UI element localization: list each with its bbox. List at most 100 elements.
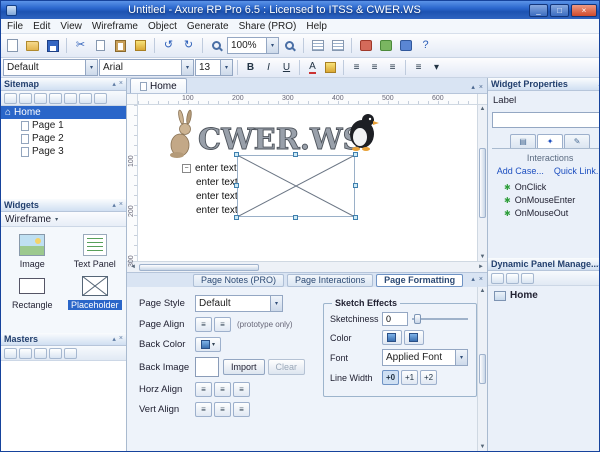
format-painter-button[interactable] <box>131 36 150 55</box>
import-button[interactable]: Import <box>223 359 265 375</box>
horz-align-left-button[interactable]: ≡ <box>195 382 212 397</box>
align-left-button[interactable]: ≡ <box>348 60 365 76</box>
sitemap-item-page1[interactable]: Page 1 <box>1 119 126 132</box>
add-master-button[interactable] <box>4 348 17 359</box>
generate-prototype-button[interactable] <box>376 36 395 55</box>
delete-master-button[interactable] <box>64 348 77 359</box>
font-color-button[interactable]: A <box>304 60 321 76</box>
underline-button[interactable]: U <box>278 60 295 76</box>
event-onclick[interactable]: ✱ OnClick <box>492 181 600 194</box>
zoom-select[interactable]: 100% ▾ <box>227 37 279 54</box>
scroll-right-icon[interactable]: ► <box>478 264 484 270</box>
maximize-button[interactable]: □ <box>550 4 569 17</box>
widget-label-input[interactable] <box>492 112 600 128</box>
tab-notes[interactable]: ✎ <box>564 134 590 148</box>
bullet-list-button[interactable]: ≡ <box>410 60 427 76</box>
event-onmouseout[interactable]: ✱ OnMouseOut <box>492 207 600 220</box>
menu-help[interactable]: Help <box>301 19 332 34</box>
close-panel-icon[interactable]: × <box>479 276 483 283</box>
clear-button[interactable]: Clear <box>268 359 306 375</box>
page-align-left-button[interactable]: ≡ <box>195 317 212 332</box>
page-style-select[interactable]: Default ▾ <box>195 295 283 312</box>
scrollbar-thumb[interactable] <box>479 354 486 384</box>
add-page-button[interactable] <box>4 93 17 104</box>
sitemap-item-page3[interactable]: Page 3 <box>1 145 126 158</box>
tab-home[interactable]: Home <box>130 78 187 93</box>
minimize-button[interactable]: _ <box>529 4 548 17</box>
widget-placeholder[interactable]: Placeholder <box>64 273 127 310</box>
collapse-panel-icon[interactable]: ▴ <box>112 201 116 209</box>
help-button[interactable]: ? <box>416 36 435 55</box>
widget-rectangle[interactable]: Rectangle <box>1 273 64 310</box>
collapse-node-icon[interactable]: − <box>182 164 191 173</box>
selection-handle-e[interactable] <box>353 183 358 188</box>
collapse-panel-icon[interactable]: ▴ <box>112 335 116 343</box>
selection-handle-sw[interactable] <box>234 215 239 220</box>
selection-handle-w[interactable] <box>234 183 239 188</box>
widget-library-select[interactable]: Wireframe ▾ <box>1 212 126 227</box>
selection-handle-ne[interactable] <box>353 152 358 157</box>
menu-file[interactable]: File <box>2 19 28 34</box>
selection-handle-se[interactable] <box>353 215 358 220</box>
horz-align-center-button[interactable]: ≡ <box>214 382 231 397</box>
italic-button[interactable]: I <box>260 60 277 76</box>
cut-button[interactable]: ✂ <box>71 36 90 55</box>
menu-view[interactable]: View <box>55 19 87 34</box>
tab-page-interactions[interactable]: Page Interactions <box>287 274 373 287</box>
zoom-in-button[interactable] <box>280 36 299 55</box>
canvas-vertical-scrollbar[interactable]: ▲ ▼ <box>477 105 487 261</box>
line-width-0-button[interactable]: +0 <box>382 370 399 385</box>
line-width-2-button[interactable]: +2 <box>420 370 437 385</box>
selection-handle-s[interactable] <box>293 215 298 220</box>
undo-button[interactable]: ↺ <box>159 36 178 55</box>
selection-handle-n[interactable] <box>293 152 298 157</box>
scroll-up-icon[interactable]: ▲ <box>480 106 486 112</box>
menu-generate[interactable]: Generate <box>182 19 234 34</box>
delete-state-button[interactable] <box>521 273 534 284</box>
add-master-folder-button[interactable] <box>19 348 32 359</box>
save-button[interactable] <box>43 36 62 55</box>
collapse-panel-icon[interactable]: ▴ <box>471 275 475 283</box>
back-color-picker[interactable]: ▾ <box>195 337 221 352</box>
slider-thumb[interactable] <box>414 314 421 324</box>
tab-page-notes[interactable]: Page Notes (PRO) <box>193 274 284 287</box>
menu-edit[interactable]: Edit <box>28 19 55 34</box>
dynamic-panel-page-home[interactable]: Home <box>488 286 600 301</box>
sketchiness-value[interactable]: 0 <box>382 312 408 326</box>
bold-button[interactable]: B <box>242 60 259 76</box>
line-width-1-button[interactable]: +1 <box>401 370 418 385</box>
vert-align-middle-button[interactable]: ≡ <box>214 402 231 417</box>
vert-align-top-button[interactable]: ≡ <box>195 402 212 417</box>
close-button[interactable]: × <box>571 4 597 17</box>
scroll-down-icon[interactable]: ▼ <box>480 444 486 450</box>
scroll-down-icon[interactable]: ▼ <box>480 254 486 260</box>
scrollbar-thumb[interactable] <box>139 264 259 271</box>
paste-button[interactable] <box>111 36 130 55</box>
sitemap-item-page2[interactable]: Page 2 <box>1 132 126 145</box>
back-image-preview[interactable] <box>195 357 219 377</box>
zoom-out-button[interactable] <box>207 36 226 55</box>
copy-button[interactable] <box>91 36 110 55</box>
menu-wireframe[interactable]: Wireframe <box>87 19 143 34</box>
move-state-up-button[interactable] <box>506 273 519 284</box>
scrollbar-thumb[interactable] <box>479 148 486 218</box>
move-master-up-button[interactable] <box>34 348 47 359</box>
footnotes-button[interactable] <box>356 36 375 55</box>
widget-text-panel[interactable]: Text Panel <box>64 232 127 269</box>
font-select[interactable]: Arial ▾ <box>99 59 194 76</box>
more-format-button[interactable]: ▾ <box>428 60 445 76</box>
add-case-link[interactable]: Add Case... <box>497 166 544 176</box>
delete-page-button[interactable] <box>94 93 107 104</box>
canvas-horizontal-scrollbar[interactable]: ◄ ► <box>127 261 487 272</box>
new-button[interactable] <box>3 36 22 55</box>
design-canvas[interactable]: CWER.WS − <box>138 105 477 261</box>
tab-page-formatting[interactable]: Page Formatting <box>376 274 463 287</box>
move-master-down-button[interactable] <box>49 348 62 359</box>
add-child-page-button[interactable] <box>19 93 32 104</box>
tab-annotations[interactable]: ▤ <box>510 134 536 148</box>
menu-object[interactable]: Object <box>143 19 182 34</box>
sketch-font-select[interactable]: Applied Font ▾ <box>382 349 468 366</box>
guides-button[interactable] <box>328 36 347 55</box>
add-panel-state-button[interactable] <box>491 273 504 284</box>
close-panel-icon[interactable]: × <box>119 80 123 88</box>
